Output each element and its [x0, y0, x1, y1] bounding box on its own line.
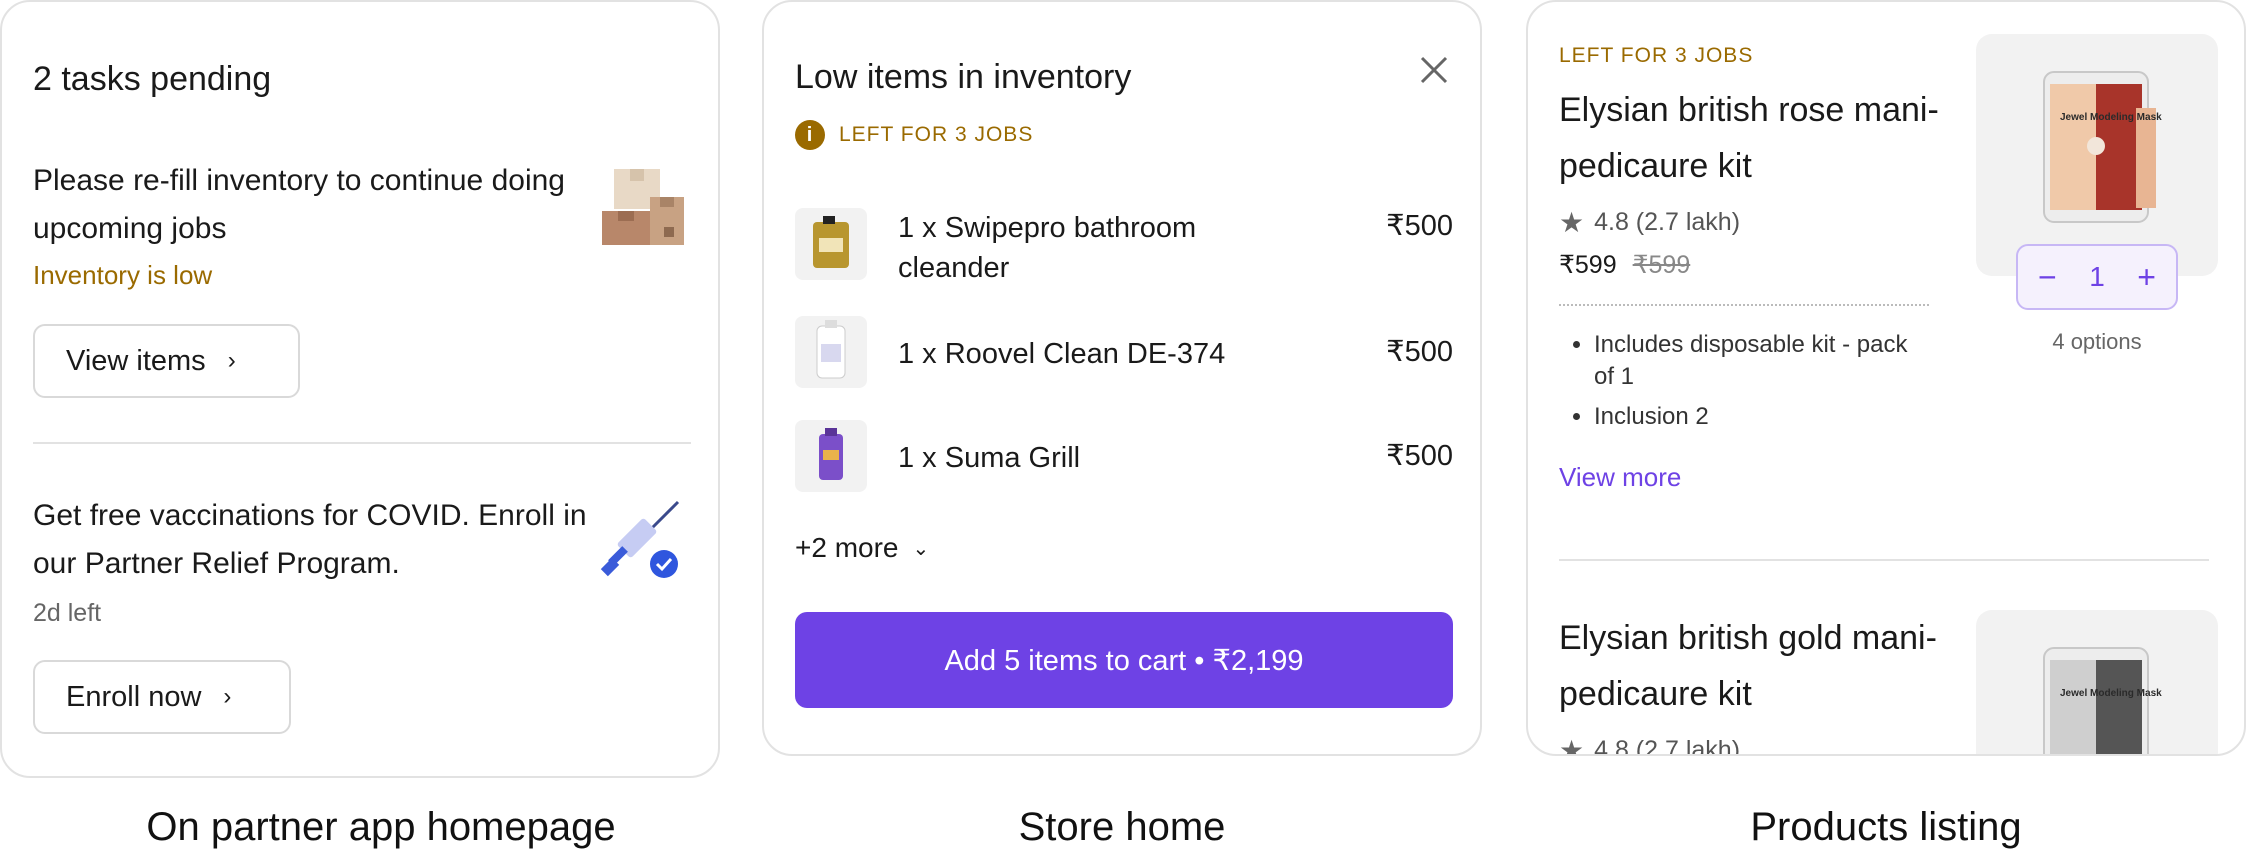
product-rating: ★ 4.8 (2.7 lakh): [1559, 734, 1741, 756]
product-thumbnail: [795, 316, 867, 388]
jobs-left-label: LEFT FOR 3 JOBS: [839, 123, 1034, 146]
item-name: 1 x Roovel Clean DE-374: [898, 338, 1226, 370]
svg-text:Jewel Modeling Mask: Jewel Modeling Mask: [2060, 688, 2162, 699]
svg-text:Jewel Modeling Mask: Jewel Modeling Mask: [2060, 112, 2162, 123]
inventory-item: 1 x Suma Grill ₹500: [795, 420, 1453, 492]
dotted-divider: [1559, 304, 1929, 306]
time-left: 2d left: [33, 599, 102, 627]
star-icon: ★: [1559, 735, 1585, 756]
product-rating: ★ 4.8 (2.7 lakh): [1559, 206, 1740, 239]
tasks-pending-card: 2 tasks pending Please re-fill inventory…: [0, 0, 720, 778]
view-more-link[interactable]: View more: [1559, 462, 1681, 493]
more-label: +2 more: [795, 532, 899, 563]
product-thumbnail: [795, 420, 867, 492]
inventory-item: 1 x Roovel Clean DE-374 ₹500: [795, 316, 1453, 388]
options-count: 4 options: [2052, 329, 2142, 354]
chevron-right-icon: ›: [223, 683, 232, 710]
show-more-link[interactable]: +2 more ⌄: [795, 532, 929, 564]
inclusion-item: Inclusion 2: [1594, 401, 1924, 433]
product-image: Jewel Modeling Mask: [1976, 34, 2218, 276]
syringe-icon: [600, 500, 682, 582]
sheet-title: Low items in inventory: [795, 58, 1132, 96]
original-price: ₹599: [1632, 251, 1691, 279]
divider: [1559, 559, 2209, 561]
close-icon[interactable]: [1414, 50, 1454, 90]
view-items-label: View items: [66, 344, 206, 377]
minus-icon[interactable]: −: [2038, 259, 2057, 296]
item-name: 1 x Swipepro bathroom cleander: [898, 212, 1197, 284]
jobs-left-badge: i LEFT FOR 3 JOBS: [795, 120, 1033, 150]
inventory-message: Please re-fill inventory to continue doi…: [33, 164, 565, 245]
boxes-icon: [602, 167, 684, 245]
chevron-down-icon: ⌄: [912, 537, 930, 560]
low-inventory-sheet: Low items in inventory i LEFT FOR 3 JOBS…: [762, 0, 1482, 756]
product-thumbnail: [795, 208, 867, 280]
caption-store: Store home: [1018, 805, 1226, 849]
price: ₹599: [1559, 251, 1617, 279]
item-price: ₹500: [1386, 210, 1453, 242]
divider: [33, 442, 691, 444]
chevron-right-icon: ›: [227, 347, 236, 374]
product-title: Elysian british rose mani-pedicaure kit: [1559, 91, 1939, 185]
plus-icon[interactable]: +: [2137, 259, 2156, 296]
products-listing-card: LEFT FOR 3 JOBS Elysian british rose man…: [1526, 0, 2246, 756]
add-to-cart-button[interactable]: Add 5 items to cart • ₹2,199: [795, 612, 1453, 708]
enroll-now-label: Enroll now: [66, 680, 202, 713]
jobs-left-badge: LEFT FOR 3 JOBS: [1559, 44, 1754, 67]
card-title: 2 tasks pending: [33, 60, 272, 98]
view-items-button[interactable]: View items ›: [33, 324, 300, 398]
star-icon: ★: [1559, 207, 1585, 238]
item-price: ₹500: [1386, 440, 1453, 472]
inclusions-list: Includes disposable kit - pack of 1 Incl…: [1574, 329, 1924, 441]
quantity-stepper[interactable]: − 1 +: [2016, 244, 2178, 310]
item-name: 1 x Suma Grill: [898, 442, 1081, 474]
product-price: ₹599 ₹599: [1559, 250, 1690, 280]
product-image: Jewel Modeling Mask: [1976, 610, 2218, 754]
caption-homepage: On partner app homepage: [146, 805, 616, 849]
info-icon: i: [795, 120, 825, 150]
quantity-value: 1: [2089, 261, 2105, 292]
enroll-now-button[interactable]: Enroll now ›: [33, 660, 291, 734]
inventory-item: 1 x Swipepro bathroom cleander ₹500: [795, 208, 1453, 288]
item-price: ₹500: [1386, 336, 1453, 368]
rating-text: 4.8 (2.7 lakh): [1594, 736, 1741, 756]
caption-products: Products listing: [1750, 805, 2022, 849]
product-title: Elysian british gold mani-pedicaure kit: [1559, 619, 1937, 713]
vaccine-message: Get free vaccinations for COVID. Enroll …: [33, 499, 587, 580]
inventory-status: Inventory is low: [33, 260, 213, 290]
inclusion-item: Includes disposable kit - pack of 1: [1594, 329, 1924, 393]
rating-text: 4.8 (2.7 lakh): [1594, 208, 1741, 236]
